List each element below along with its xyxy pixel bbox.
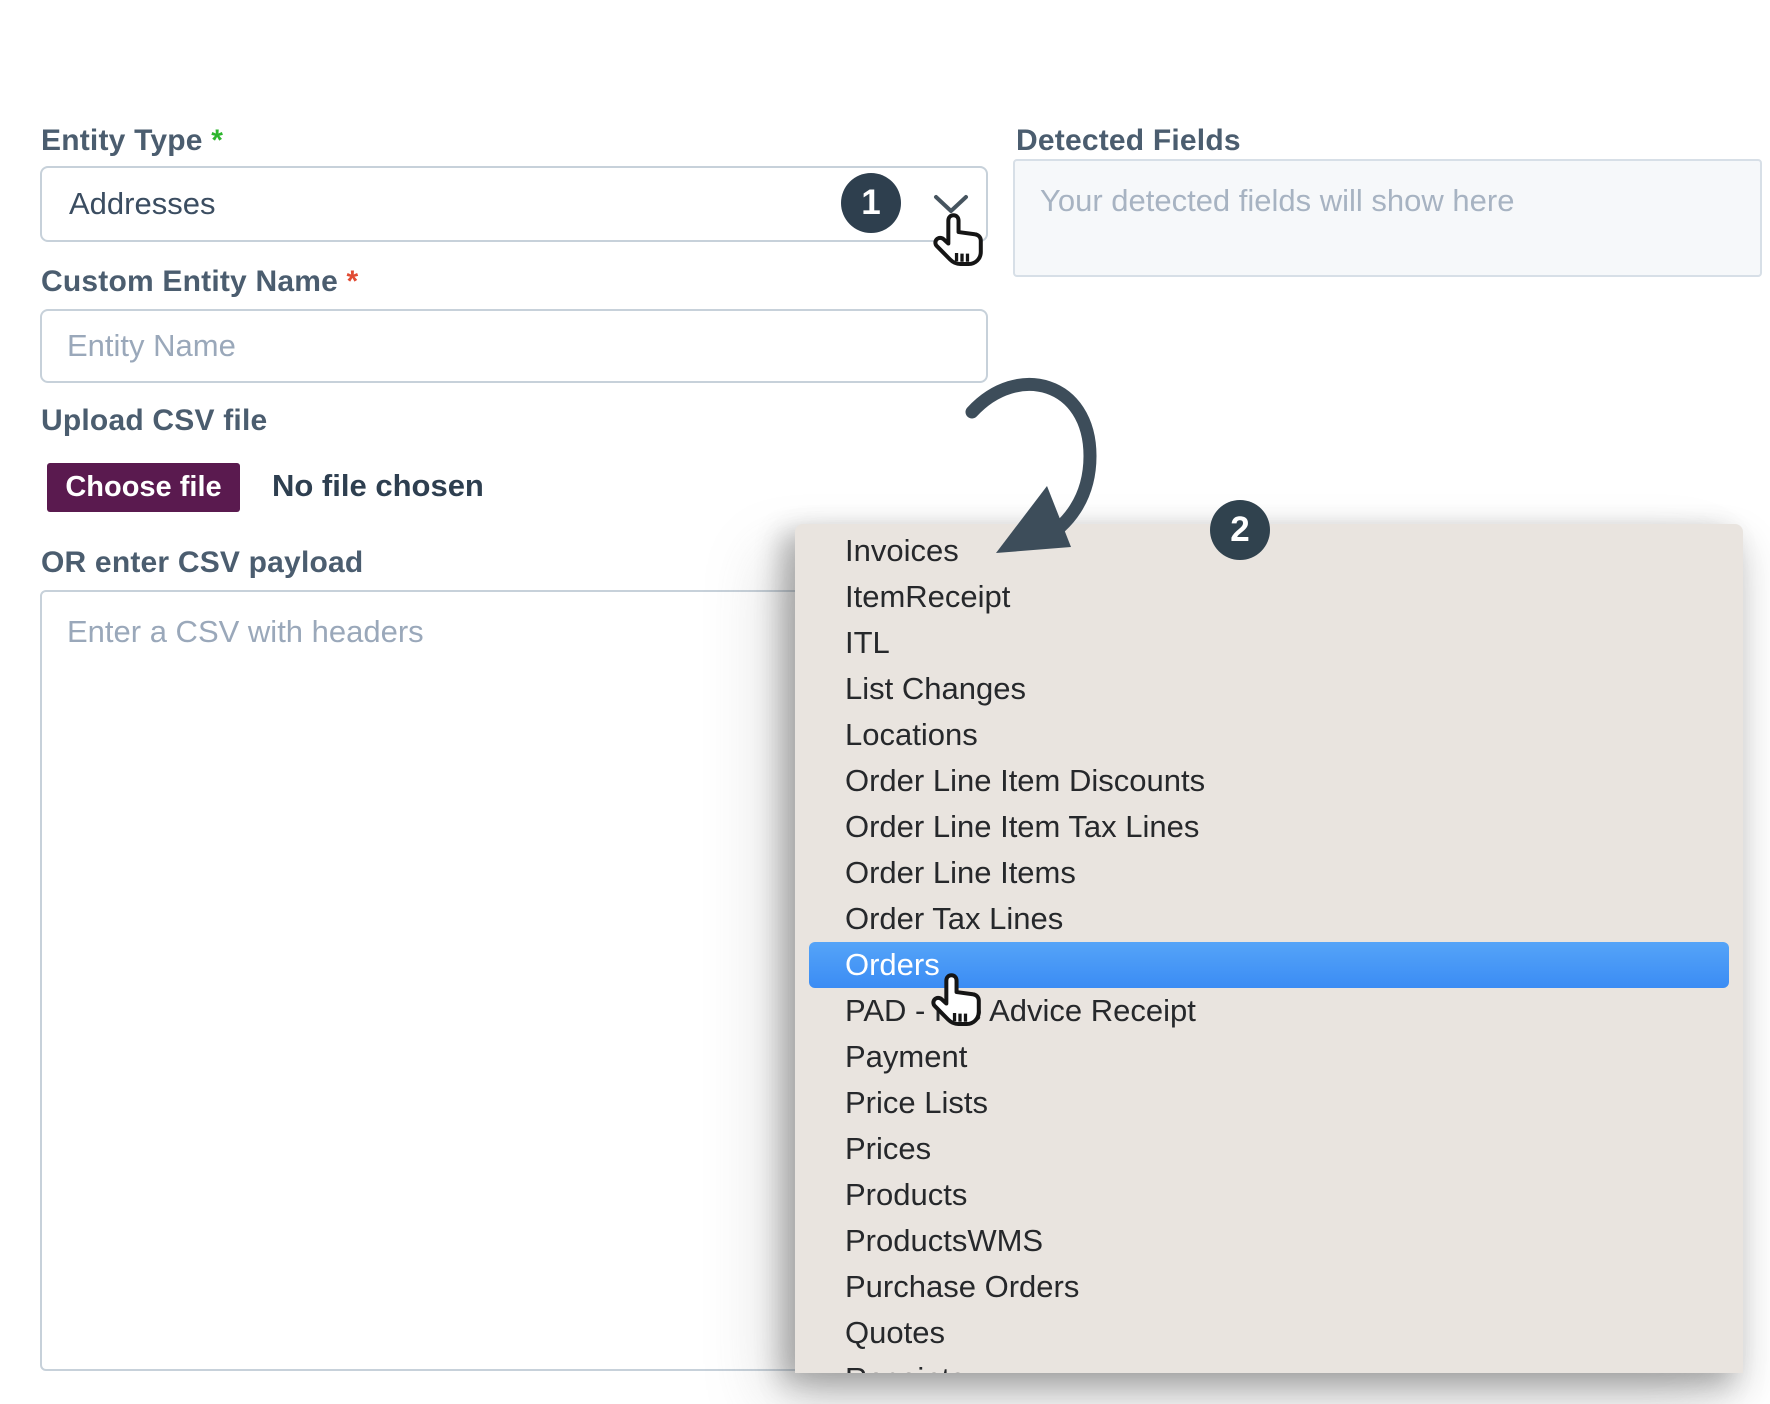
step-1-badge: 1 — [841, 173, 901, 233]
dropdown-option[interactable]: PAD - Pre Advice Receipt — [795, 988, 1743, 1034]
dropdown-option[interactable]: Order Line Items — [795, 850, 1743, 896]
detected-fields-label: Detected Fields — [1016, 124, 1241, 158]
custom-entity-name-label-text: Custom Entity Name — [41, 265, 338, 298]
required-asterisk: * — [211, 124, 223, 157]
dropdown-option[interactable]: Receipts — [795, 1356, 1743, 1373]
custom-entity-name-label: Custom Entity Name * — [41, 265, 358, 299]
entity-type-label-text: Entity Type — [41, 124, 203, 157]
entity-name-input[interactable] — [40, 309, 988, 383]
csv-payload-label: OR enter CSV payload — [41, 546, 363, 580]
choose-file-button[interactable]: Choose file — [47, 463, 240, 512]
dropdown-option[interactable]: Price Lists — [795, 1080, 1743, 1126]
import-entity-form: Entity Type * Addresses 1 Detected Field… — [0, 0, 1770, 1404]
dropdown-option[interactable]: Locations — [795, 712, 1743, 758]
no-file-chosen-text: No file chosen — [272, 468, 484, 504]
entity-dropdown-list: InvoicesItemReceiptITLList ChangesLocati… — [795, 524, 1743, 1373]
dropdown-option[interactable]: ItemReceipt — [795, 574, 1743, 620]
dropdown-option[interactable]: Order Line Item Tax Lines — [795, 804, 1743, 850]
dropdown-option[interactable]: Quotes — [795, 1310, 1743, 1356]
required-asterisk: * — [347, 265, 359, 298]
dropdown-option[interactable]: Order Line Item Discounts — [795, 758, 1743, 804]
dropdown-option[interactable]: Payment — [795, 1034, 1743, 1080]
dropdown-option[interactable]: Prices — [795, 1126, 1743, 1172]
dropdown-option[interactable]: Orders — [809, 942, 1729, 988]
dropdown-option[interactable]: ProductsWMS — [795, 1218, 1743, 1264]
dropdown-option[interactable]: ITL — [795, 620, 1743, 666]
entity-type-selected-value: Addresses — [69, 186, 215, 222]
dropdown-option[interactable]: Purchase Orders — [795, 1264, 1743, 1310]
detected-fields-panel: Your detected fields will show here — [1013, 159, 1762, 277]
entity-type-label: Entity Type * — [41, 124, 223, 158]
dropdown-option[interactable]: Order Tax Lines — [795, 896, 1743, 942]
chevron-down-icon[interactable] — [931, 192, 971, 218]
upload-csv-label: Upload CSV file — [41, 404, 267, 438]
step-2-badge: 2 — [1210, 500, 1270, 560]
detected-fields-placeholder: Your detected fields will show here — [1040, 183, 1514, 219]
dropdown-option[interactable]: Products — [795, 1172, 1743, 1218]
dropdown-option[interactable]: List Changes — [795, 666, 1743, 712]
